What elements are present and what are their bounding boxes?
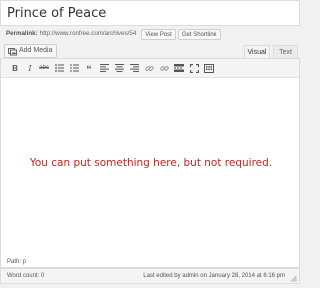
align-right-icon[interactable] — [128, 63, 140, 74]
bold-icon[interactable]: B — [9, 63, 21, 74]
permalink-url[interactable]: http://www.ronfree.com/archives/54 — [40, 27, 137, 41]
editor-content-text: You can put something here, but not requ… — [29, 157, 273, 169]
permalink-label: Permalink: — [6, 30, 38, 37]
post-title-input[interactable] — [0, 0, 300, 26]
get-shortlink-button[interactable]: Get Shortlink — [177, 28, 221, 40]
strikethrough-icon[interactable]: abc — [38, 63, 50, 74]
word-count: Word count: 0 — [7, 273, 45, 279]
path-bar: Path: p — [0, 258, 300, 268]
add-media-label: Add Media — [19, 47, 53, 54]
numbered-list-icon[interactable] — [68, 63, 80, 74]
read-more-icon[interactable] — [173, 63, 185, 74]
resize-handle-icon[interactable] — [290, 274, 297, 282]
blockquote-icon[interactable]: “ — [83, 63, 95, 76]
fullscreen-icon[interactable] — [188, 63, 200, 74]
last-edited-info: Last edited by admin on January 28, 2014… — [143, 273, 285, 279]
tab-text[interactable]: Text — [273, 45, 298, 59]
remove-link-icon[interactable] — [158, 63, 170, 74]
media-icon — [8, 47, 17, 56]
view-post-button[interactable]: View Post — [141, 28, 176, 40]
permalink-row: Permalink: http://www.ronfree.com/archiv… — [6, 27, 221, 41]
tab-visual[interactable]: Visual — [244, 45, 270, 59]
bullet-list-icon[interactable] — [53, 63, 65, 74]
add-media-button[interactable]: Add Media — [4, 44, 58, 58]
editor-toolbar: B I abc “ — [0, 58, 300, 78]
insert-link-icon[interactable] — [143, 63, 155, 74]
editor-content-area[interactable]: You can put something here, but not requ… — [0, 78, 300, 258]
align-center-icon[interactable] — [113, 63, 125, 74]
align-left-icon[interactable] — [98, 63, 110, 74]
toolbar-toggle-icon[interactable] — [203, 63, 215, 74]
italic-icon[interactable]: I — [24, 63, 36, 74]
status-bar: Word count: 0 Last edited by admin on Ja… — [0, 268, 300, 284]
